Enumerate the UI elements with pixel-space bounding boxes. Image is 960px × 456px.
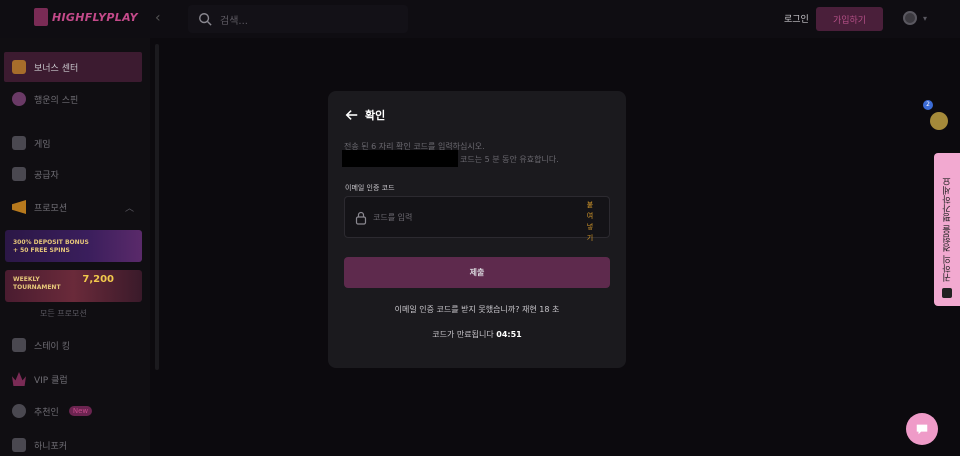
collapse-sidebar-icon[interactable]: ‹	[155, 10, 161, 26]
promo-banner-weekly-tournament[interactable]: WEEKLY TOURNAMENT 7,200	[5, 270, 142, 302]
banner-text: + 50 FREE SPINS	[13, 247, 70, 254]
gift-icon	[12, 60, 26, 74]
chevron-up-icon[interactable]: ︿	[125, 201, 134, 214]
sidebar-item-promotions[interactable]: 프로모션 ︿	[4, 192, 142, 222]
feedback-tab[interactable]: 귀하의 경험을 평가하세요	[934, 153, 960, 306]
sidebar-item-label: 보너스 센터	[34, 63, 79, 74]
banner-text: 300% DEPOSIT BONUS	[13, 239, 89, 246]
validity-text: 코드는 5 분 동안 유효합니다.	[460, 155, 559, 164]
field-label: 이메일 인증 코드	[345, 184, 395, 192]
feedback-label: 귀하의 경험을 평가하세요	[942, 177, 953, 282]
banner-text: TOURNAMENT	[13, 284, 61, 291]
expiry-label: 코드가 만료됩니다	[432, 330, 494, 339]
gamepad-icon	[12, 136, 26, 150]
sidebar-item-vip-club[interactable]: VIP 클럽	[4, 364, 142, 394]
code-placeholder: 코드를 입력	[373, 213, 413, 222]
search-icon	[199, 13, 212, 26]
top-header: HIGHFLYPLAY ‹ 검색... 로그인 가입하기 ▾	[0, 0, 960, 38]
back-arrow-icon[interactable]	[345, 108, 359, 122]
logo[interactable]: HIGHFLYPLAY	[34, 8, 138, 26]
modal-header: 확인	[345, 107, 385, 123]
verification-code-input[interactable]: 코드를 입력 붙여넣기	[344, 196, 610, 242]
sidebar-scrollbar[interactable]	[155, 44, 159, 370]
modal-title: 확인	[365, 109, 386, 122]
chat-button[interactable]	[906, 413, 938, 445]
avatar[interactable]	[930, 112, 948, 130]
sidebar: 보너스 센터 행운의 스핀 게임 공급자 프로모션 ︿ 300% DEPOSIT…	[0, 38, 150, 456]
expiry-timer: 04:51	[496, 330, 522, 339]
sidebar-item-label: VIP 클럽	[34, 375, 68, 386]
wheel-icon	[12, 92, 26, 106]
sidebar-item-poker[interactable]: 하니포커	[4, 430, 142, 456]
stake-icon	[12, 338, 26, 352]
banner-text: WEEKLY	[13, 276, 40, 283]
language-selector[interactable]: ▾	[903, 11, 927, 25]
poker-icon	[12, 438, 26, 452]
resend-text[interactable]: 이메일 인증 코드를 받지 못했습니까? 재현 18 초	[328, 304, 626, 315]
sidebar-item-label: 게임	[34, 139, 51, 150]
notification-badge: 2	[923, 100, 933, 110]
sidebar-item-providers[interactable]: 공급자	[4, 159, 142, 189]
sidebar-item-games[interactable]: 게임	[4, 128, 142, 158]
sidebar-item-bonus-center[interactable]: 보너스 센터	[4, 52, 142, 82]
signup-button[interactable]: 가입하기	[816, 7, 883, 31]
partners-icon	[12, 167, 26, 181]
banner-amount: 7,200	[82, 274, 114, 285]
login-link[interactable]: 로그인	[784, 12, 809, 25]
verification-modal: 확인 전송 된 6 자리 확인 코드를 입력하십시오. 코드는 5 분 동안 유…	[328, 91, 626, 368]
search-input[interactable]: 검색...	[188, 5, 408, 33]
promo-banner-deposit-bonus[interactable]: 300% DEPOSIT BONUS + 50 FREE SPINS	[5, 230, 142, 262]
referral-icon	[12, 404, 26, 418]
sidebar-item-label: 프로모션	[34, 203, 68, 214]
lock-icon	[355, 211, 367, 225]
paste-button[interactable]: 붙여넣기	[585, 200, 595, 244]
search-placeholder: 검색...	[220, 15, 248, 27]
sidebar-item-stay-king[interactable]: 스테이 킹	[4, 330, 142, 360]
flag-icon	[903, 11, 917, 25]
all-promotions-link[interactable]: 모든 프로모션	[40, 308, 87, 319]
sidebar-item-label: 공급자	[34, 170, 59, 181]
feedback-icon	[942, 288, 952, 298]
redacted-email	[342, 150, 458, 167]
submit-button[interactable]: 제출	[344, 257, 610, 288]
sidebar-item-referral[interactable]: 추천인 New	[4, 396, 142, 426]
logo-text: HIGHFLYPLAY	[52, 10, 138, 24]
megaphone-icon	[12, 200, 26, 214]
sidebar-item-label: 추천인	[34, 407, 59, 418]
logo-icon	[34, 8, 48, 26]
new-badge: New	[68, 406, 93, 416]
sidebar-item-label: 행운의 스핀	[34, 95, 79, 106]
chevron-down-icon: ▾	[923, 13, 928, 23]
sidebar-item-label: 하니포커	[34, 441, 68, 452]
chat-icon	[916, 424, 928, 435]
crown-icon	[12, 372, 26, 386]
expiry-line: 코드가 만료됩니다 04:51	[328, 329, 626, 340]
sidebar-item-lucky-spin[interactable]: 행운의 스핀	[4, 84, 142, 114]
sidebar-item-label: 스테이 킹	[34, 341, 70, 352]
